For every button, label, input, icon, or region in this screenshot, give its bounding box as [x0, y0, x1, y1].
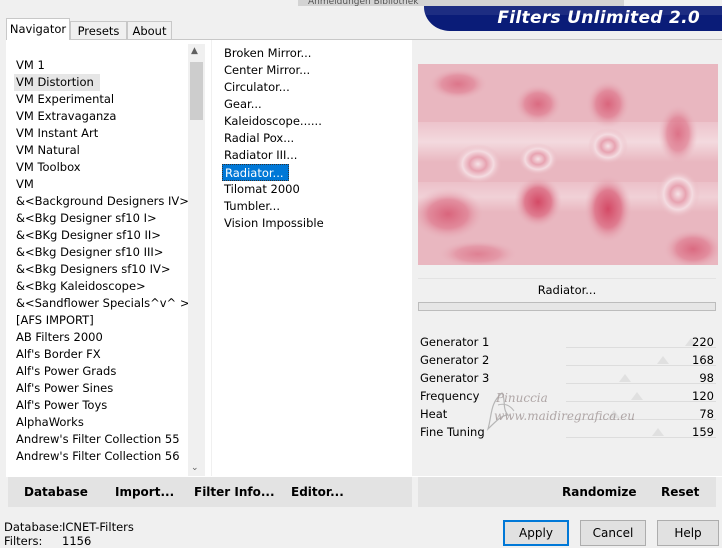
- param-value: 159: [692, 425, 714, 439]
- cancel-button[interactable]: Cancel: [580, 520, 646, 546]
- param-value: 168: [692, 353, 714, 367]
- parameter-sliders: Generator 1 220 Generator 2 168 Generator 3 9…: [418, 333, 716, 441]
- tab-about[interactable]: About: [127, 21, 172, 39]
- scrollbar-thumb[interactable]: [190, 62, 203, 120]
- param-label: Generator 3: [420, 371, 490, 385]
- filter-item[interactable]: Broken Mirror...: [222, 45, 342, 62]
- filter-item[interactable]: Tumbler...: [222, 198, 342, 215]
- param-row: Generator 3 98: [418, 369, 716, 387]
- filter-item[interactable]: Gear...: [222, 96, 342, 113]
- database-button[interactable]: Database: [24, 485, 88, 499]
- category-item[interactable]: Andrew's Filter Collection 56: [14, 448, 188, 465]
- category-item[interactable]: [AFS IMPORT]: [14, 312, 188, 329]
- filter-item[interactable]: Circulator...: [222, 79, 342, 96]
- param-value: 220: [692, 335, 714, 349]
- param-slider-knob[interactable]: [630, 392, 643, 400]
- param-row: Heat 78: [418, 405, 716, 423]
- param-label: Fine Tuning: [420, 425, 485, 439]
- scroll-up-icon[interactable]: ▲: [191, 46, 198, 56]
- randomize-button[interactable]: Randomize: [562, 485, 636, 499]
- help-button[interactable]: Help: [657, 520, 719, 546]
- param-slider-knob[interactable]: [619, 374, 632, 382]
- param-label: Heat: [420, 407, 448, 421]
- category-item-selected[interactable]: VM Distortion: [14, 74, 100, 91]
- param-slider-knob[interactable]: [608, 410, 621, 418]
- category-item[interactable]: Alf's Power Sines: [14, 380, 188, 397]
- left-toolbar: Database Import... Filter Info... Editor…: [8, 477, 412, 507]
- import-button[interactable]: Import...: [115, 485, 174, 499]
- category-item[interactable]: VM Instant Art: [14, 125, 188, 142]
- current-filter-name: Radiator...: [418, 278, 716, 301]
- category-item[interactable]: Alf's Power Toys: [14, 397, 188, 414]
- param-label: Generator 2: [420, 353, 490, 367]
- category-item[interactable]: AlphaWorks: [14, 414, 188, 431]
- database-label: Database:: [4, 520, 63, 534]
- param-row: Fine Tuning 159: [418, 423, 716, 441]
- category-item[interactable]: &<Bkg Designer sf10 I>: [14, 210, 188, 227]
- filter-list[interactable]: Broken Mirror... Center Mirror... Circulat…: [222, 45, 342, 232]
- param-slider-knob[interactable]: [652, 428, 665, 436]
- category-item[interactable]: VM Experimental: [14, 91, 188, 108]
- filters-count-label: Filters:: [4, 534, 43, 548]
- param-slider-knob[interactable]: [656, 356, 669, 364]
- category-item[interactable]: &<BKg Designer sf10 II>: [14, 227, 188, 244]
- brand-title: Filters Unlimited 2.0: [497, 8, 700, 28]
- category-item[interactable]: Alf's Border FX: [14, 346, 188, 363]
- category-item[interactable]: Alf's Power Grads: [14, 363, 188, 380]
- param-slider-track[interactable]: [566, 419, 716, 420]
- param-row: Generator 1 220: [418, 333, 716, 351]
- filters-count-value: 1156: [62, 534, 92, 548]
- category-item[interactable]: Andrew's Filter Collection 55: [14, 431, 188, 448]
- filter-item[interactable]: Radial Pox...: [222, 130, 342, 147]
- filter-item[interactable]: Vision Impossible: [222, 215, 342, 232]
- param-value: 98: [699, 371, 714, 385]
- filter-info-button[interactable]: Filter Info...: [194, 485, 275, 499]
- category-item[interactable]: VM 1: [14, 57, 188, 74]
- preview-image: [418, 64, 718, 265]
- database-value: ICNET-Filters: [62, 520, 134, 534]
- filter-item[interactable]: Center Mirror...: [222, 62, 342, 79]
- category-scrollbar[interactable]: ▲ ⌄: [188, 44, 205, 476]
- brand-banner: Filters Unlimited 2.0: [424, 6, 722, 31]
- param-value: 78: [699, 407, 714, 421]
- tab-presets[interactable]: Presets: [70, 21, 127, 39]
- param-row: Frequency 120: [418, 387, 716, 405]
- editor-button[interactable]: Editor...: [291, 485, 344, 499]
- filter-item[interactable]: Kaleidoscope......: [222, 113, 342, 130]
- reset-button[interactable]: Reset: [661, 485, 699, 499]
- progress-bar: [418, 302, 716, 311]
- list-divider: [211, 40, 212, 476]
- filter-item-selected[interactable]: Radiator...: [222, 164, 289, 181]
- category-item[interactable]: VM Toolbox: [14, 159, 188, 176]
- tab-navigator[interactable]: Navigator: [6, 18, 70, 40]
- category-item[interactable]: VM: [14, 176, 188, 193]
- category-item[interactable]: &<Sandflower Specials^v^ >: [14, 295, 189, 312]
- category-item[interactable]: VM Extravaganza: [14, 108, 188, 125]
- category-item[interactable]: VM Natural: [14, 142, 188, 159]
- category-item[interactable]: &<Background Designers IV>: [14, 193, 189, 210]
- filter-item[interactable]: Tilomat 2000: [222, 181, 342, 198]
- category-list[interactable]: VM 1 VM Distortion VM Experimental VM Extra…: [14, 57, 189, 465]
- right-toolbar: Randomize Reset: [418, 477, 716, 507]
- param-label: Frequency: [420, 389, 480, 403]
- apply-button[interactable]: Apply: [503, 520, 569, 546]
- param-slider-track[interactable]: [566, 383, 716, 384]
- scroll-down-icon[interactable]: ⌄: [191, 463, 199, 473]
- category-item[interactable]: AB Filters 2000: [14, 329, 188, 346]
- param-label: Generator 1: [420, 335, 490, 349]
- param-value: 120: [692, 389, 714, 403]
- category-item[interactable]: &<Bkg Designers sf10 IV>: [14, 261, 188, 278]
- param-row: Generator 2 168: [418, 351, 716, 369]
- filter-item[interactable]: Radiator III...: [222, 147, 342, 164]
- preview-pattern: [418, 64, 718, 265]
- category-item[interactable]: &<Bkg Kaleidoscope>: [14, 278, 188, 295]
- category-item[interactable]: &<Bkg Designer sf10 III>: [14, 244, 188, 261]
